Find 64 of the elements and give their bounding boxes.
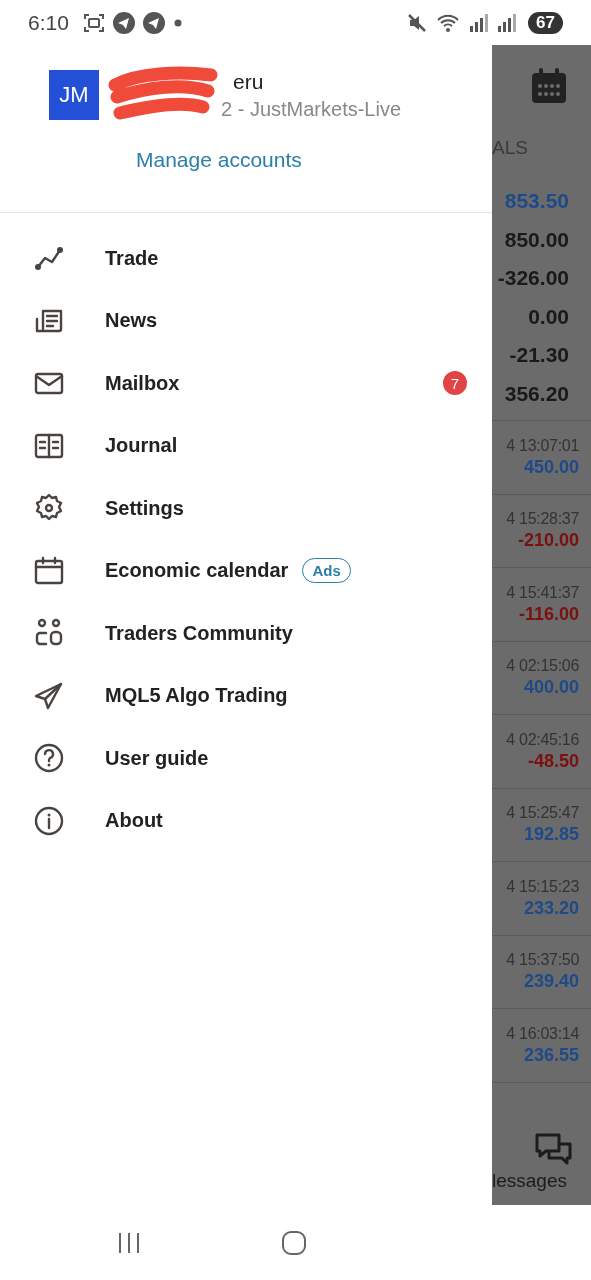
summary-value: -21.30 — [509, 342, 569, 368]
recent-apps-icon[interactable] — [117, 1230, 141, 1255]
deal-time: 4 15:25:47 — [506, 804, 579, 823]
calendar-icon — [33, 554, 65, 587]
summary-value: 0.00 — [528, 303, 569, 330]
menu-item[interactable]: News — [0, 289, 492, 352]
menu-label: News — [105, 309, 158, 333]
deal-amount: 192.85 — [523, 824, 579, 846]
deal-amount: -210.00 — [517, 530, 579, 552]
deal-time: 4 02:15:06 — [506, 657, 579, 676]
tab-label: lessages — [492, 1170, 567, 1192]
deal-time: 4 15:37:50 — [506, 951, 579, 970]
deal-amount: 239.40 — [523, 971, 579, 993]
menu-item[interactable]: User guide — [0, 727, 492, 790]
summary-value: 850.00 — [504, 226, 569, 253]
status-time: 6:10 — [28, 10, 69, 35]
account-avatar: JM — [49, 70, 99, 120]
deal-amount: -48.50 — [527, 750, 579, 772]
deal-amount: 450.00 — [523, 456, 579, 478]
menu-item[interactable]: Mailbox 7 — [0, 352, 492, 415]
deal-time: 4 15:15:23 — [506, 877, 579, 896]
battery-level: 67 — [528, 11, 563, 34]
summary-value: 356.20 — [504, 380, 569, 407]
count-badge: 7 — [443, 371, 467, 396]
menu-item[interactable]: MQL5 Algo Trading — [0, 664, 492, 727]
menu-item[interactable]: Settings — [0, 477, 492, 540]
summary-value: 853.50 — [504, 188, 569, 214]
deal-amount: 233.20 — [523, 897, 579, 919]
menu-label: Traders Community — [105, 621, 293, 645]
dot-icon — [172, 17, 183, 28]
deal-time: 4 13:07:01 — [506, 436, 579, 455]
menu-label: User guide — [105, 746, 209, 770]
help-icon — [33, 742, 65, 775]
menu-label: Journal — [105, 434, 178, 458]
deal-amount: 236.55 — [523, 1044, 579, 1066]
account-name: eru — [232, 70, 265, 94]
manage-accounts-link[interactable]: Manage accounts — [136, 148, 302, 172]
menu-label: Economic calendar — [105, 559, 289, 583]
screenshot-icon — [82, 11, 105, 34]
menu-label: About — [105, 809, 163, 833]
menu-label: Trade — [105, 246, 159, 270]
menu-item[interactable]: Trade — [0, 227, 492, 290]
menu-item[interactable]: About — [0, 789, 492, 852]
menu-item[interactable]: Economic calendar Ads — [0, 539, 492, 602]
send-icon — [112, 11, 135, 34]
menu-item[interactable]: Journal — [0, 414, 492, 477]
account-server: 2 - JustMarkets-Live — [220, 98, 402, 121]
deal-time: 4 16:03:14 — [506, 1024, 579, 1043]
menu-label: MQL5 Algo Trading — [105, 684, 288, 708]
deal-amount: -116.00 — [518, 603, 579, 625]
deal-time: 4 15:28:37 — [506, 510, 579, 529]
info-icon — [33, 804, 65, 837]
deal-time: 4 15:41:37 — [506, 583, 579, 602]
home-icon[interactable] — [281, 1229, 307, 1256]
menu-label: Mailbox — [105, 371, 180, 395]
deal-amount: 400.00 — [523, 677, 579, 699]
summary-value: -326.00 — [497, 265, 569, 291]
send-icon — [142, 11, 165, 34]
deal-time: 4 02:45:16 — [506, 730, 579, 749]
calendar-icon[interactable] — [530, 67, 568, 105]
signal-icon — [496, 11, 517, 34]
menu-label: Settings — [105, 496, 184, 520]
menu-item[interactable]: Traders Community — [0, 602, 492, 665]
signal-icon — [468, 11, 489, 34]
